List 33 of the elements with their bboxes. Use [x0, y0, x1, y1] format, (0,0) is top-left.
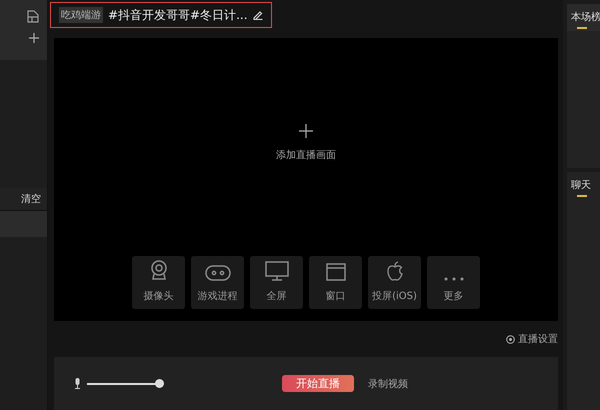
add-scene-label: 添加直播画面	[276, 148, 336, 162]
source-label: 全屏	[266, 290, 286, 303]
category-tag: 吃鸡端游	[59, 7, 103, 23]
source-tile[interactable]: 全屏	[250, 256, 303, 309]
settings-icon	[506, 334, 515, 344]
source-label: 投屏(iOS)	[372, 290, 417, 303]
panel-tab[interactable]: 聊天	[571, 178, 600, 192]
start-stream-button[interactable]: 开始直播	[282, 375, 354, 392]
source-tile[interactable]: 摄像头	[132, 256, 185, 309]
microphone-icon[interactable]	[74, 378, 81, 389]
stream-title: #抖音开发哥哥#冬日计...	[108, 6, 248, 24]
window-icon	[326, 263, 346, 281]
source-label: 游戏进程	[198, 290, 238, 303]
slider-thumb[interactable]	[155, 379, 164, 388]
apple-icon	[386, 261, 404, 281]
source-label: 更多	[444, 290, 464, 303]
layout-icon[interactable]	[27, 10, 39, 23]
source-label: 摄像头	[144, 290, 174, 303]
volume-slider[interactable]	[87, 379, 164, 388]
monitor-icon	[264, 261, 288, 281]
source-tile[interactable]: 游戏进程	[191, 256, 244, 309]
plus-icon[interactable]	[299, 124, 313, 138]
source-tile[interactable]: 窗口	[309, 256, 362, 309]
source-tile[interactable]: 更多	[427, 256, 480, 309]
more-icon	[444, 277, 464, 281]
source-label: 窗口	[326, 290, 346, 303]
gamepad-icon	[204, 265, 230, 281]
source-tile[interactable]: 投屏(iOS)	[368, 256, 421, 309]
record-video-button[interactable]: 录制视频	[368, 376, 408, 390]
pencil-icon[interactable]	[252, 10, 263, 20]
settings-link[interactable]: 直播设置	[506, 332, 558, 346]
webcam-icon	[148, 259, 168, 281]
plus-icon[interactable]	[29, 33, 39, 43]
